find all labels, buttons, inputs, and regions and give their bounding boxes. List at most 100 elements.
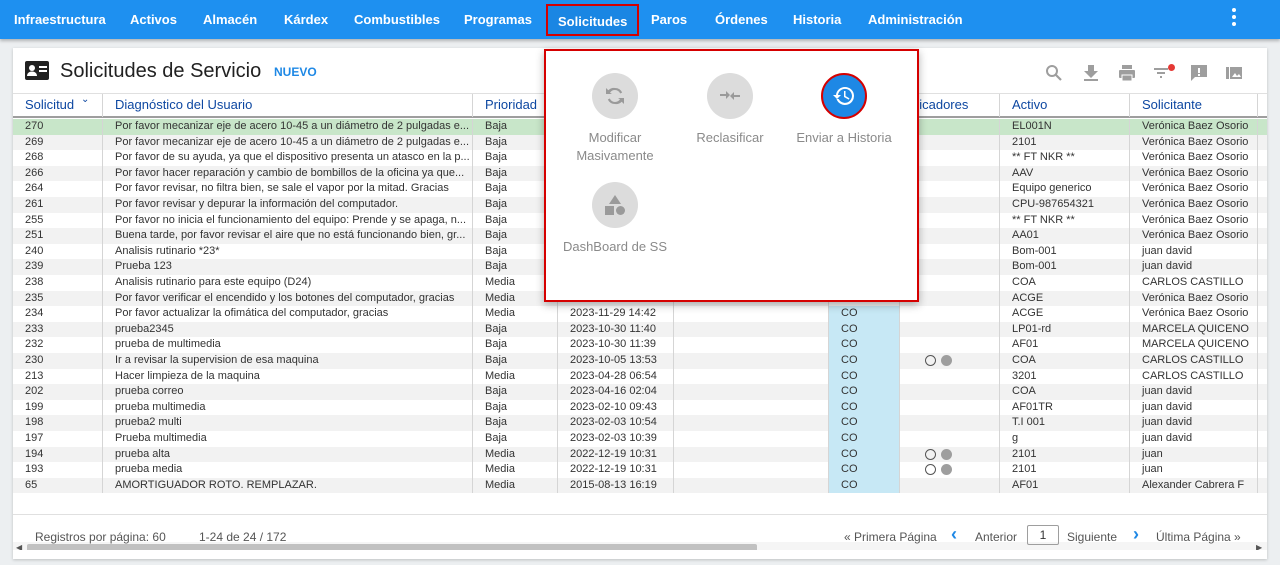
- new-button[interactable]: NUEVO: [274, 65, 317, 79]
- sort-desc-icon[interactable]: ⌄: [81, 94, 89, 105]
- nav-infraestructura[interactable]: Infraestructura: [14, 0, 106, 39]
- table-cell: 269: [13, 134, 103, 151]
- table-cell: 2022-12-19 10:31: [558, 446, 674, 463]
- last-page-link[interactable]: Última Página »: [1156, 530, 1241, 544]
- table-cell: [900, 368, 1000, 385]
- table-cell: [674, 321, 829, 338]
- column-header[interactable]: Solicitud: [13, 94, 103, 117]
- nav-paros[interactable]: Paros: [651, 0, 687, 39]
- column-header[interactable]: Solicitante: [1130, 94, 1258, 117]
- table-cell: Verónica Baez Osorio: [1130, 150, 1258, 166]
- next-page-link[interactable]: Siguiente: [1067, 530, 1117, 544]
- column-header[interactable]: Activo: [1000, 94, 1130, 117]
- nav-programas[interactable]: Programas: [464, 0, 532, 39]
- table-row[interactable]: 213 Hacer limpieza de la maquina Media 2023…: [13, 368, 1267, 385]
- table-row[interactable]: 202 prueba correo Baja 2023-04-16 02:04 CO CO…: [13, 384, 1267, 400]
- table-cell: prueba2345: [103, 321, 473, 338]
- table-cell: Media: [473, 462, 558, 478]
- column-header[interactable]: [1258, 94, 1267, 117]
- table-cell: Por favor actualizar la ofimática del co…: [103, 306, 473, 322]
- first-page-link[interactable]: « Primera Página: [844, 530, 937, 544]
- table-row[interactable]: 230 Ir a revisar la supervision de esa ma…: [13, 353, 1267, 369]
- table-row[interactable]: 197 Prueba multimedia Baja 2023-02-03 10:39…: [13, 431, 1267, 447]
- nav-historia[interactable]: Historia: [793, 0, 841, 39]
- nav-combustibles[interactable]: Combustibles: [354, 0, 440, 39]
- table-cell: Media: [473, 446, 558, 463]
- table-cell: CARLOS CASTILLO: [1130, 368, 1258, 385]
- table-cell: Verónica Baez Osorio: [1130, 228, 1258, 244]
- table-cell: prueba de multimedia: [103, 337, 473, 353]
- table-cell: M: [1258, 478, 1267, 494]
- table-cell: [1258, 306, 1267, 322]
- table-cell: [674, 415, 829, 431]
- table-cell: [900, 337, 1000, 353]
- table-cell: juan david: [1130, 259, 1258, 275]
- mass-edit-action[interactable]: Modificar Masivamente: [555, 73, 675, 165]
- nav-solicitudes[interactable]: Solicitudes: [546, 4, 640, 36]
- records-range: 1-24 de 24 / 172: [199, 530, 287, 544]
- table-cell: ACGE: [1000, 290, 1130, 307]
- table-cell: Verónica Baez Osorio: [1130, 212, 1258, 229]
- column-header[interactable]: Diagnóstico del Usuario: [103, 94, 473, 117]
- table-cell: E: [1258, 369, 1267, 385]
- nav-activos[interactable]: Activos: [130, 0, 177, 39]
- records-per-page[interactable]: Registros por página: 60: [35, 530, 166, 544]
- table-cell: [900, 399, 1000, 416]
- table-cell: [900, 431, 1000, 447]
- table-cell: juan david: [1130, 243, 1258, 260]
- table-cell: 233: [13, 321, 103, 338]
- table-row[interactable]: 232 prueba de multimedia Baja 2023-10-30 11…: [13, 337, 1267, 353]
- shapes-icon: [592, 182, 638, 228]
- download-icon[interactable]: [1081, 63, 1101, 83]
- table-cell: Verónica Baez Osorio: [1130, 134, 1258, 151]
- nav-ordenes[interactable]: Órdenes: [715, 0, 768, 39]
- chevron-right-icon[interactable]: ›: [1133, 524, 1139, 545]
- nav-kardex[interactable]: Kárdex: [284, 0, 328, 39]
- chevron-left-icon[interactable]: ‹: [951, 524, 957, 545]
- table-cell: Baja: [473, 337, 558, 353]
- table-cell: 2023-11-29 14:42: [558, 306, 674, 322]
- dashboard-action[interactable]: DashBoard de SS: [555, 182, 675, 256]
- gallery-icon[interactable]: [1224, 63, 1244, 83]
- table-cell: 2101: [1000, 462, 1130, 478]
- table-row[interactable]: 194 prueba alta Media 2022-12-19 10:31 CO 210…: [13, 446, 1267, 463]
- table-row[interactable]: 65 AMORTIGUADOR ROTO. REMPLAZAR. Media 2015…: [13, 477, 1267, 494]
- table-cell: AF01: [1000, 477, 1130, 494]
- mass-edit-label: Modificar Masivamente: [576, 130, 654, 163]
- table-cell: 266: [13, 165, 103, 182]
- table-cell: [674, 477, 829, 494]
- table-row[interactable]: 234 Por favor actualizar la ofimática del…: [13, 306, 1267, 322]
- table-cell: 2101: [1000, 134, 1130, 151]
- feedback-icon[interactable]: [1189, 63, 1209, 83]
- table-row[interactable]: 193 prueba media Media 2022-12-19 10:31 CO 21…: [13, 462, 1267, 478]
- search-icon[interactable]: [1044, 63, 1064, 83]
- table-cell: L: [1258, 213, 1267, 229]
- table-row[interactable]: 199 prueba multimedia Baja 2023-02-10 09:43…: [13, 399, 1267, 416]
- nav-almacen[interactable]: Almacén: [203, 0, 257, 39]
- table-cell: CO: [829, 337, 900, 353]
- table-cell: 2023-10-05 13:53: [558, 353, 674, 369]
- table-cell: [674, 431, 829, 447]
- more-vert-icon[interactable]: [1227, 8, 1241, 28]
- indicator-circles-icon: [925, 448, 955, 460]
- previous-page-link[interactable]: Anterior: [975, 530, 1017, 544]
- table-row[interactable]: 198 prueba2 multi Baja 2023-02-03 10:54 CO T.…: [13, 415, 1267, 431]
- nav-administracion[interactable]: Administración: [868, 0, 963, 39]
- page-number-input[interactable]: 1: [1027, 525, 1059, 545]
- table-cell: AAV: [1000, 165, 1130, 182]
- table-cell: Por favor mecanizar eje de acero 10-45 a…: [103, 119, 473, 135]
- send-to-history-action[interactable]: Enviar a Historia: [784, 73, 904, 147]
- table-cell: 193: [13, 462, 103, 478]
- table-cell: AA01: [1000, 228, 1130, 244]
- table-cell: LP01-rd: [1000, 321, 1130, 338]
- table-cell: [674, 306, 829, 322]
- reclassify-action[interactable]: Reclasificar: [670, 73, 790, 147]
- print-icon[interactable]: [1117, 63, 1137, 83]
- table-row[interactable]: 233 prueba2345 Baja 2023-10-30 11:40 CO LP01-…: [13, 321, 1267, 338]
- table-cell: Prueba multimedia: [103, 431, 473, 447]
- table-cell: Por favor no inicia el funcionamiento de…: [103, 212, 473, 229]
- table-cell: 2023-02-10 09:43: [558, 399, 674, 416]
- table-cell: Verónica Baez Osorio: [1130, 290, 1258, 307]
- table-cell: Baja: [473, 353, 558, 369]
- table-cell: CO: [829, 368, 900, 385]
